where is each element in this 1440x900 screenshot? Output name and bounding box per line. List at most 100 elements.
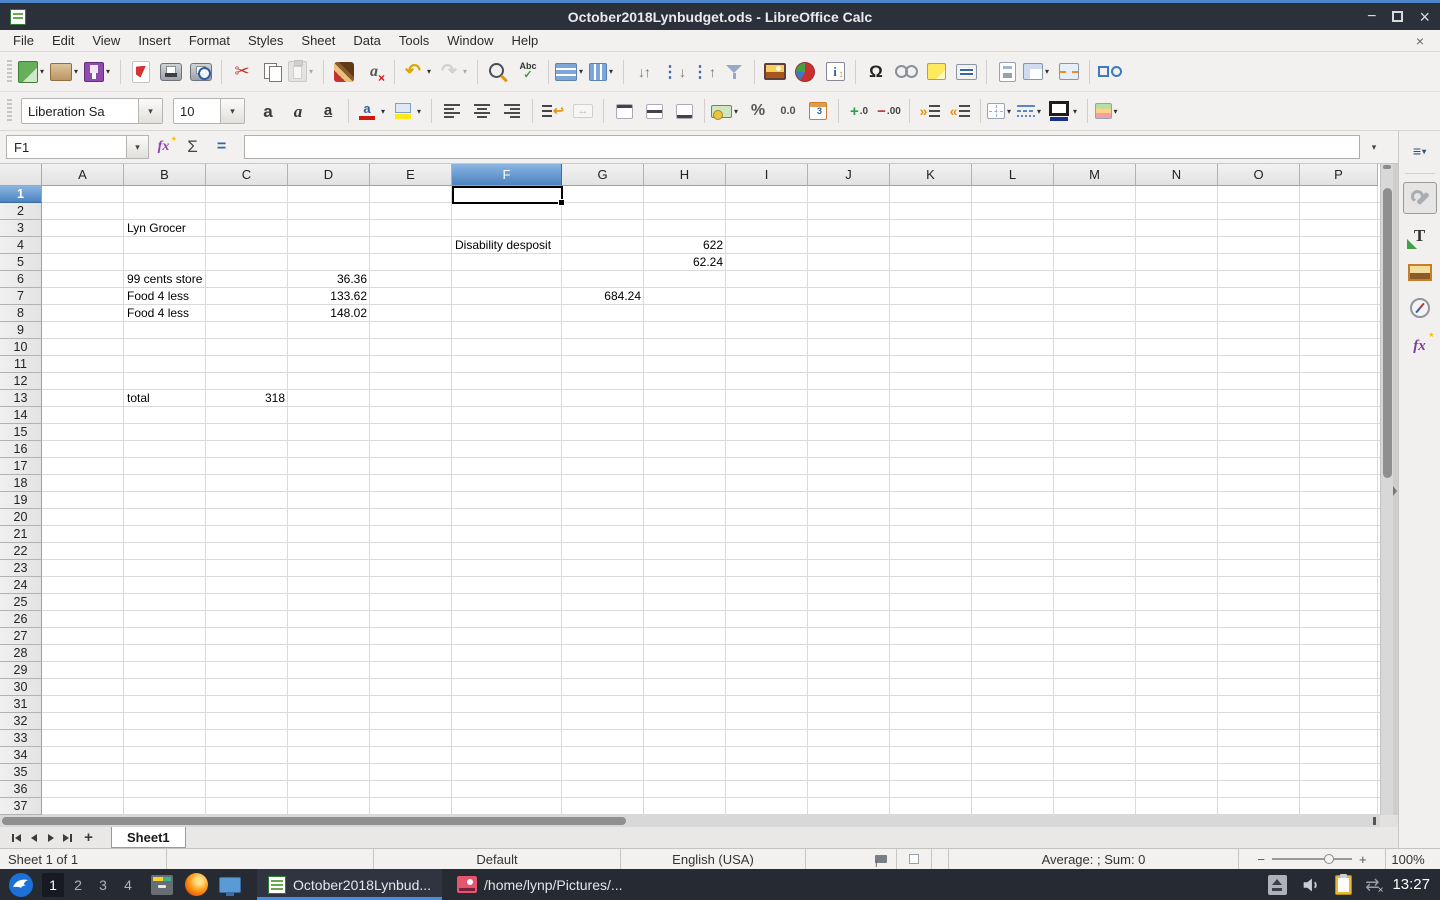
sidebar-tab-gallery[interactable] — [1403, 256, 1437, 288]
menu-item-sheet[interactable]: Sheet — [292, 31, 344, 50]
column-header-L[interactable]: L — [972, 164, 1054, 186]
page-style[interactable]: Default — [374, 849, 620, 869]
italic-button[interactable] — [284, 96, 312, 126]
menu-item-insert[interactable]: Insert — [129, 31, 180, 50]
align-left-button[interactable] — [438, 96, 466, 126]
clone-formatting-button[interactable] — [330, 57, 358, 87]
sidebar-tab-properties[interactable] — [1403, 182, 1437, 214]
row-header-7[interactable]: 7 — [0, 288, 42, 305]
menu-item-edit[interactable]: Edit — [43, 31, 83, 50]
cell-B7[interactable]: Food 4 less — [124, 288, 206, 305]
conditional-formatting-button[interactable]: ▾ — [1094, 96, 1122, 126]
dropdown-arrow-icon[interactable]: ▾ — [1007, 107, 1015, 116]
row-header-19[interactable]: 19 — [0, 492, 42, 509]
underline-button[interactable] — [314, 96, 342, 126]
delete-decimal-button[interactable] — [875, 96, 903, 126]
row-header-33[interactable]: 33 — [0, 730, 42, 747]
align-bottom-button[interactable] — [670, 96, 698, 126]
insert-image-button[interactable] — [761, 57, 789, 87]
column-header-K[interactable]: K — [890, 164, 972, 186]
row-header-2[interactable]: 2 — [0, 203, 42, 220]
bold-button[interactable] — [254, 96, 282, 126]
column-header-A[interactable]: A — [42, 164, 124, 186]
app-menu-icon[interactable] — [8, 872, 34, 898]
add-decimal-button[interactable] — [845, 96, 873, 126]
row-header-17[interactable]: 17 — [0, 458, 42, 475]
network-offline-icon[interactable]: ⇄ — [1365, 876, 1379, 893]
display-launcher[interactable] — [217, 872, 243, 898]
center-vertically-button[interactable] — [640, 96, 668, 126]
formula-input[interactable] — [244, 135, 1360, 159]
toolbar-grip[interactable] — [7, 99, 12, 123]
font-size-combo[interactable]: 10 ▾ — [173, 98, 245, 124]
taskbar-window-1[interactable]: October2018Lynbud... — [257, 869, 442, 900]
cell-D7[interactable]: 133.62 — [288, 288, 370, 305]
chevron-down-icon[interactable]: ▾ — [220, 99, 244, 123]
increase-indent-button[interactable] — [916, 96, 944, 126]
zoom-level[interactable]: 100% — [1386, 849, 1440, 869]
row-header-18[interactable]: 18 — [0, 475, 42, 492]
number-button[interactable] — [774, 96, 802, 126]
row-header-13[interactable]: 13 — [0, 390, 42, 407]
previous-sheet-button[interactable] — [25, 829, 42, 847]
dropdown-arrow-icon[interactable]: ▾ — [309, 67, 317, 76]
menu-item-help[interactable]: Help — [502, 31, 547, 50]
borders-button[interactable]: ▾ — [987, 96, 1015, 126]
files-launcher[interactable] — [149, 872, 175, 898]
row-header-27[interactable]: 27 — [0, 628, 42, 645]
vertical-scrollbar[interactable] — [1380, 164, 1393, 815]
clock[interactable]: 13:27 — [1392, 876, 1430, 893]
close-button[interactable]: × — [1419, 8, 1430, 26]
undo-button[interactable]: ▾ — [401, 57, 435, 87]
new-button[interactable]: ▾ — [18, 57, 48, 87]
sidebar-tab-functions[interactable] — [1403, 330, 1437, 362]
horizontal-scrollbar[interactable] — [0, 815, 1380, 827]
vertical-scrollbar-thumb[interactable] — [1383, 188, 1392, 478]
sum-button[interactable]: Σ — [179, 134, 206, 160]
align-center-button[interactable] — [468, 96, 496, 126]
dropdown-arrow-icon[interactable]: ▾ — [1073, 107, 1081, 116]
row-header-22[interactable]: 22 — [0, 543, 42, 560]
dropdown-arrow-icon[interactable]: ▾ — [609, 67, 617, 76]
percent-button[interactable] — [744, 96, 772, 126]
column-header-I[interactable]: I — [726, 164, 808, 186]
sort-ascending-button[interactable] — [660, 57, 688, 87]
workspace-3[interactable]: 3 — [92, 873, 114, 897]
sidebar-settings-button[interactable]: ≡ — [1403, 135, 1437, 167]
language-status[interactable]: English (USA) — [621, 849, 805, 869]
next-sheet-button[interactable] — [42, 829, 59, 847]
column-header-M[interactable]: M — [1054, 164, 1136, 186]
row-header-11[interactable]: 11 — [0, 356, 42, 373]
dropdown-arrow-icon[interactable]: ▾ — [1045, 67, 1053, 76]
add-sheet-button[interactable]: + — [80, 829, 97, 847]
column-header-P[interactable]: P — [1300, 164, 1378, 186]
hyperlink-button[interactable] — [892, 57, 920, 87]
sort-button[interactable] — [630, 57, 658, 87]
last-sheet-button[interactable] — [59, 829, 76, 847]
cell-C13[interactable]: 318 — [206, 390, 288, 407]
chevron-down-icon[interactable]: ▾ — [138, 99, 162, 123]
copy-button[interactable] — [258, 57, 286, 87]
column-header-N[interactable]: N — [1136, 164, 1218, 186]
sidebar-tab-styles[interactable] — [1403, 220, 1437, 252]
column-header-O[interactable]: O — [1218, 164, 1300, 186]
name-box[interactable]: F1 — [6, 135, 126, 159]
equals-button[interactable]: = — [208, 134, 235, 160]
row-header-14[interactable]: 14 — [0, 407, 42, 424]
function-wizard-button[interactable] — [150, 134, 177, 160]
zoom-track[interactable] — [1272, 858, 1352, 860]
row-header-3[interactable]: 3 — [0, 220, 42, 237]
row-header-1[interactable]: 1 — [0, 186, 42, 203]
cell-G7[interactable]: 684.24 — [562, 288, 644, 305]
column-header-B[interactable]: B — [124, 164, 206, 186]
border-style-button[interactable]: ▾ — [1017, 96, 1045, 126]
column-button[interactable]: ▾ — [589, 57, 617, 87]
sheet-tab-sheet1[interactable]: Sheet1 — [111, 827, 186, 848]
row-header-5[interactable]: 5 — [0, 254, 42, 271]
selected-cell-F1[interactable] — [452, 186, 563, 204]
menu-item-view[interactable]: View — [83, 31, 129, 50]
row-header-23[interactable]: 23 — [0, 560, 42, 577]
select-all-button[interactable] — [0, 164, 42, 186]
print-button[interactable] — [157, 57, 185, 87]
column-header-E[interactable]: E — [370, 164, 452, 186]
